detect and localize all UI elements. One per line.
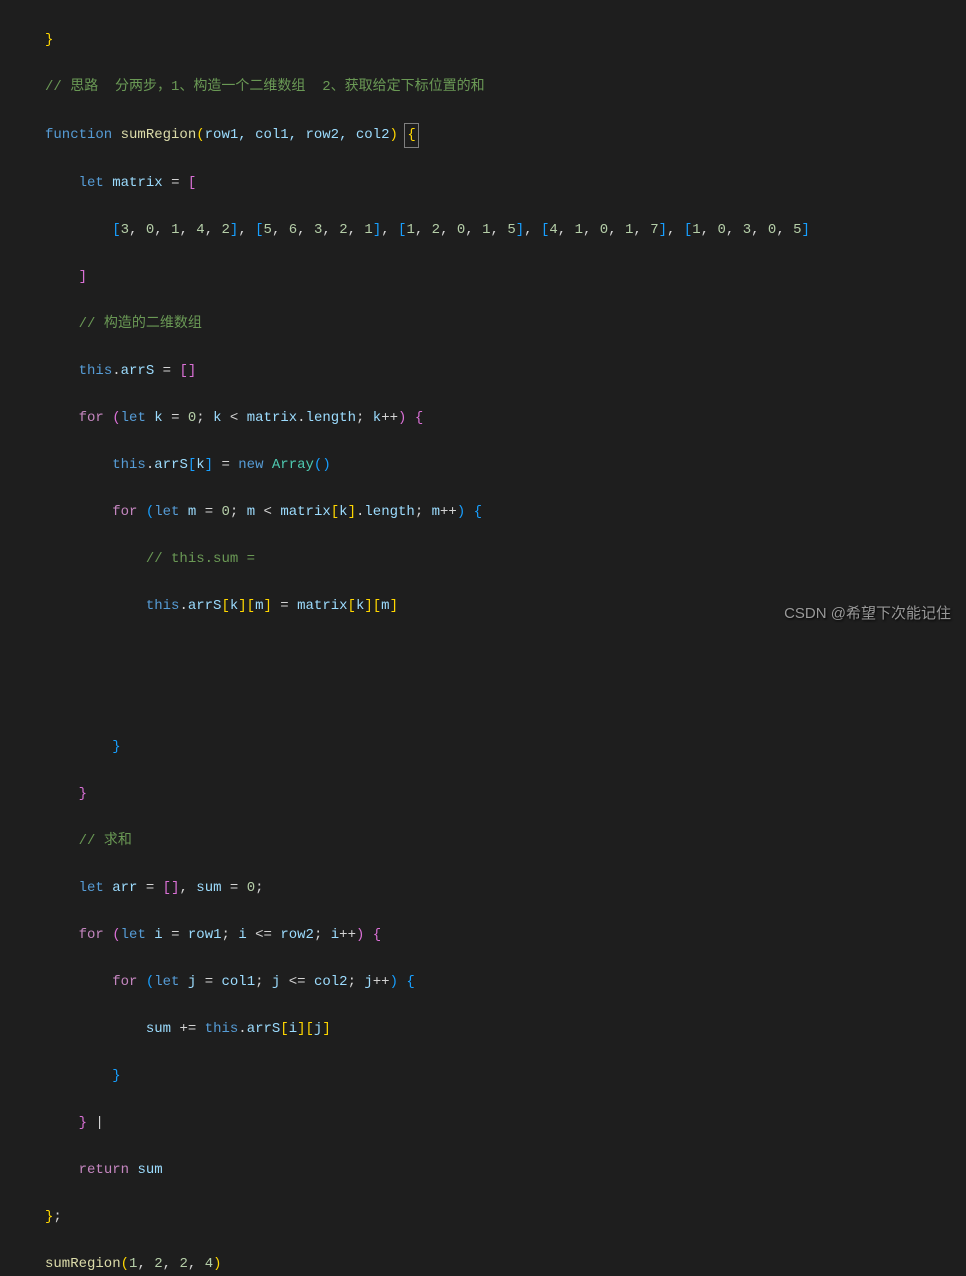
var-matrix: matrix xyxy=(112,175,162,191)
keyword-this: this xyxy=(79,363,113,379)
line-gutter xyxy=(0,0,35,638)
code-area[interactable]: } // 思路 分两步，1、构造一个二维数组 2、获取给定下标位置的和 func… xyxy=(35,0,966,638)
prop-arrS: arrS xyxy=(121,363,155,379)
comment-line: // this.sum = xyxy=(146,551,264,567)
watermark: CSDN @希望下次能记住 xyxy=(784,602,951,623)
class-Array: Array xyxy=(272,457,314,473)
function-call: sumRegion xyxy=(45,1256,121,1272)
function-name: sumRegion xyxy=(121,127,197,143)
keyword-let: let xyxy=(79,175,104,191)
comment-line: // 思路 分两步，1、构造一个二维数组 2、获取给定下标位置的和 xyxy=(45,79,485,95)
params: row1, col1, row2, col2 xyxy=(205,127,390,143)
comment-line: // 求和 xyxy=(79,833,132,849)
comment-line: // 构造的二维数组 xyxy=(79,316,202,332)
keyword-for: for xyxy=(79,410,104,426)
code-editor[interactable]: } // 思路 分两步，1、构造一个二维数组 2、获取给定下标位置的和 func… xyxy=(0,0,966,638)
keyword-function: function xyxy=(45,127,112,143)
keyword-return: return xyxy=(79,1162,129,1178)
